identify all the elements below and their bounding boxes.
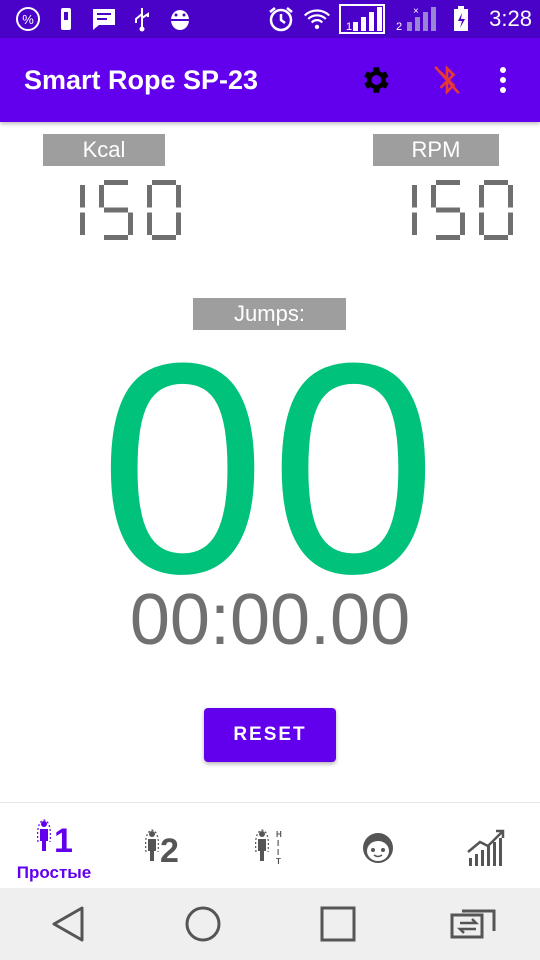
percent-icon: %: [14, 5, 42, 33]
back-icon: [52, 906, 83, 942]
recents-icon: [320, 906, 355, 942]
svg-text:2: 2: [160, 832, 179, 868]
svg-text:H: H: [276, 830, 282, 839]
svg-text:1: 1: [346, 21, 352, 33]
wifi-icon: [303, 5, 331, 33]
svg-text:T: T: [276, 857, 281, 866]
nav-item-stats[interactable]: [432, 803, 540, 889]
bluetooth-button[interactable]: [420, 53, 474, 107]
system-nav-bar: [0, 888, 540, 960]
segment-digit: [147, 180, 181, 240]
nav-item-profile[interactable]: [324, 803, 432, 889]
svg-text:I: I: [277, 848, 279, 857]
nav-item-hiit[interactable]: HIIT: [216, 803, 324, 889]
battery-charging-icon: [447, 5, 475, 33]
svg-text:2: 2: [396, 21, 402, 33]
reset-button[interactable]: RESET: [204, 708, 336, 762]
alarm-icon: [267, 5, 295, 33]
settings-button[interactable]: [348, 53, 402, 107]
message-icon: [90, 5, 118, 33]
app-bar: Smart Rope SP-23: [0, 38, 540, 122]
more-options-button[interactable]: [476, 53, 530, 107]
usb-plug-icon: [128, 5, 156, 33]
svg-text:%: %: [22, 12, 34, 27]
rpm-value: [383, 180, 513, 240]
segment-digit: [412, 185, 417, 235]
home-icon: [185, 906, 220, 942]
switch-app-icon: [450, 909, 495, 939]
bottom-nav: 1 Простые 2 HIIT: [0, 802, 540, 889]
stats-chart-icon: [466, 825, 506, 871]
bluetooth-disabled-icon: [434, 65, 460, 95]
usb-icon: [52, 5, 80, 33]
svg-text:I: I: [277, 839, 279, 848]
switch-app-button[interactable]: [438, 889, 508, 959]
jumps-counter: 00: [99, 300, 441, 636]
rpm-label: RPM: [373, 134, 499, 166]
status-bar: % 1 2 × 3:28: [0, 0, 540, 38]
jumper-2-icon: 2: [142, 825, 182, 871]
kcal-value: [51, 180, 181, 240]
face-icon: [361, 825, 395, 871]
segment-digit: [479, 180, 513, 240]
android-debug-icon: [166, 5, 194, 33]
app-title: Smart Rope SP-23: [24, 64, 259, 95]
recents-button[interactable]: [303, 889, 373, 959]
timer-display: 00:00.00: [129, 580, 411, 660]
home-button[interactable]: [168, 889, 238, 959]
svg-text:1: 1: [54, 822, 73, 858]
segment-digit: [99, 180, 133, 240]
signal-sim2-icon: 2 ×: [393, 5, 439, 33]
jumper-1-icon: 1: [34, 815, 74, 861]
jumper-hiit-icon: HIIT: [250, 825, 290, 871]
signal-sim1-icon: 1: [339, 4, 386, 34]
settings-icon: [364, 67, 389, 93]
segment-digit: [431, 180, 465, 240]
nav-item-double[interactable]: 2: [108, 803, 216, 889]
svg-text:×: ×: [413, 6, 419, 17]
nav-label-simple: Простые: [16, 863, 92, 882]
segment-digit: [80, 185, 85, 235]
back-button[interactable]: [33, 889, 103, 959]
more-vert-icon: [500, 67, 506, 93]
kcal-label: Kcal: [43, 134, 165, 166]
nav-item-simple[interactable]: 1 Простые: [0, 803, 108, 889]
status-time: 3:28: [489, 6, 532, 31]
